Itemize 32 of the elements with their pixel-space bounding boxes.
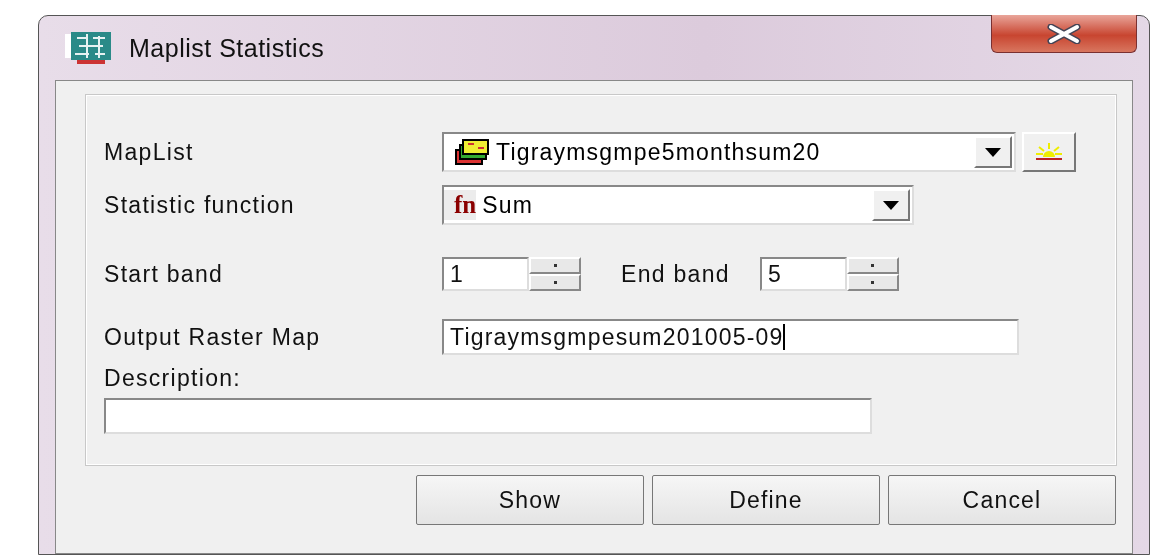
spin-down-button[interactable] bbox=[846, 274, 899, 291]
dialog-button[interactable]: Show bbox=[416, 475, 644, 525]
field-label: End band bbox=[621, 260, 730, 288]
dropdown-arrow-icon bbox=[883, 200, 899, 210]
dropdown-button[interactable] bbox=[872, 189, 910, 221]
field-label: Start band bbox=[104, 260, 225, 288]
dialog-button[interactable]: Define bbox=[652, 475, 880, 525]
app-icon bbox=[65, 32, 111, 64]
field-label: MapList bbox=[104, 138, 195, 166]
function-dropdown[interactable]: fn Sum bbox=[442, 185, 914, 225]
spin-up-button[interactable] bbox=[529, 257, 581, 274]
spin-down-button[interactable] bbox=[529, 274, 581, 291]
window-title: Maplist Statistics bbox=[129, 33, 325, 63]
maplist-dropdown[interactable]: Tigraymsgmpe5monthsum20 bbox=[442, 132, 1016, 172]
map-stack-icon bbox=[454, 138, 490, 166]
function-icon: fn bbox=[444, 190, 477, 220]
number-field[interactable]: 1 bbox=[442, 257, 529, 291]
field-label: Statistic function bbox=[104, 191, 296, 219]
input-field[interactable]: Tigraymsgmpesum201005-09 bbox=[442, 319, 1019, 355]
spin-up-button[interactable] bbox=[846, 257, 899, 274]
create-button[interactable] bbox=[1022, 132, 1076, 172]
close-icon bbox=[1047, 23, 1081, 44]
sunrise-icon bbox=[1034, 141, 1064, 163]
input-field[interactable] bbox=[104, 398, 872, 434]
text-caret bbox=[783, 324, 786, 350]
dialog-button[interactable]: Cancel bbox=[888, 475, 1116, 525]
number-field[interactable]: 5 bbox=[759, 257, 847, 291]
close-button[interactable] bbox=[991, 15, 1137, 53]
field-label: Description: bbox=[104, 365, 243, 392]
dropdown-arrow-icon bbox=[985, 147, 1001, 157]
dropdown-button[interactable] bbox=[974, 136, 1012, 168]
field-label: Output Raster Map bbox=[104, 323, 322, 351]
